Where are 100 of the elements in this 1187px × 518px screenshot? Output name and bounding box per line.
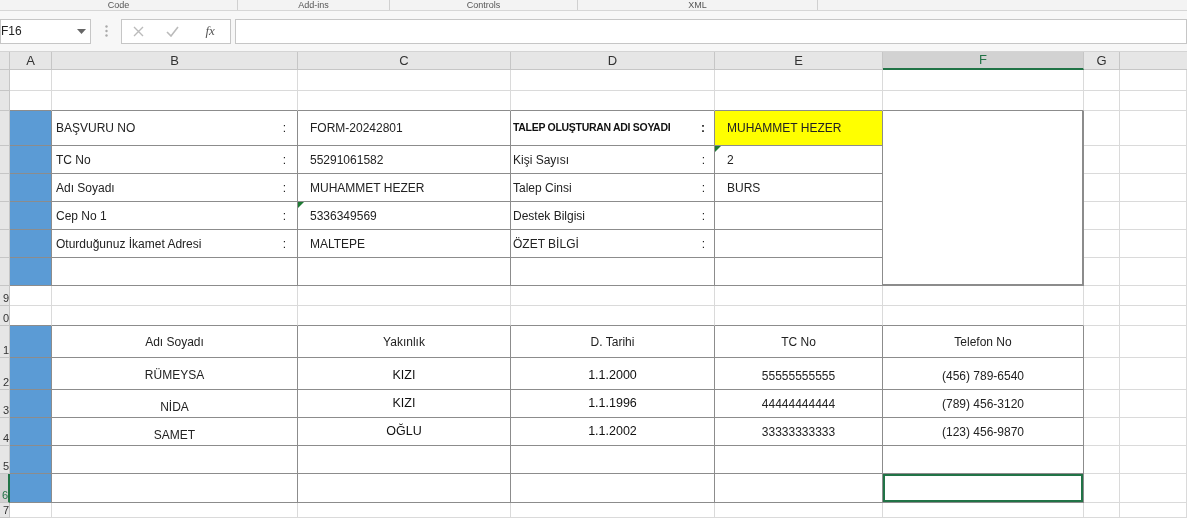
dropdown-caret-icon[interactable] xyxy=(77,28,86,34)
field-value[interactable]: FORM-20242801 xyxy=(298,111,511,146)
colon-separator: : xyxy=(282,120,286,137)
sheet-cell[interactable]: Oturduğunuz İkamet Adresi : xyxy=(52,230,298,258)
sheet-cell[interactable]: Talep Cinsi : xyxy=(511,174,715,202)
column-header[interactable]: A xyxy=(10,52,52,70)
formula-input[interactable] xyxy=(235,18,1187,44)
sheet-cell[interactable]: Destek Bilgisi : xyxy=(511,202,715,230)
sheet-cell[interactable] xyxy=(298,474,511,503)
row-header[interactable]: 9 xyxy=(0,286,10,306)
field-value[interactable]: MUHAMMET HEZER xyxy=(298,174,511,202)
column-header[interactable]: C xyxy=(298,52,511,70)
field-label: Cep No 1 xyxy=(56,207,107,225)
row-header[interactable] xyxy=(0,146,10,174)
sheet-cell[interactable]: ÖZET BİLGİ : xyxy=(511,230,715,258)
grip-icon xyxy=(105,25,108,37)
sheet-cell[interactable] xyxy=(715,446,883,474)
row-header[interactable]: 0 xyxy=(0,306,10,326)
sheet-cell[interactable] xyxy=(52,474,298,503)
table-header[interactable]: Telefon No xyxy=(883,326,1084,358)
row-header[interactable] xyxy=(0,202,10,230)
column-header[interactable]: B xyxy=(52,52,298,70)
table-cell[interactable]: KIZI xyxy=(298,358,511,390)
row-header[interactable] xyxy=(0,174,10,202)
table-cell[interactable]: (456) 789-6540 xyxy=(883,358,1084,390)
field-value[interactable]: BURS xyxy=(715,174,883,202)
row-header[interactable]: 2 xyxy=(0,358,10,390)
sheet-cell[interactable] xyxy=(511,474,715,503)
row-header[interactable]: 7 xyxy=(0,503,10,518)
selected-cell[interactable] xyxy=(883,474,1084,503)
row-header[interactable] xyxy=(0,230,10,258)
row-header[interactable] xyxy=(0,70,10,91)
sheet-cell[interactable]: BAŞVURU NO : xyxy=(52,111,298,146)
sheet-cell[interactable]: Cep No 1 : xyxy=(52,202,298,230)
row-header[interactable] xyxy=(0,91,10,111)
ribbon-group-label: Controls xyxy=(390,0,578,10)
cell-reference: F16 xyxy=(1,23,22,40)
field-value[interactable]: MUHAMMET HEZER xyxy=(715,111,883,146)
sheet-cell[interactable] xyxy=(52,258,298,286)
cancel-icon[interactable] xyxy=(133,25,145,37)
field-label: Adı Soyadı xyxy=(56,179,115,197)
table-cell[interactable]: SAMET xyxy=(52,418,298,446)
row-header[interactable]: 4 xyxy=(0,418,10,446)
error-indicator-icon xyxy=(298,202,304,208)
colon-separator: : xyxy=(701,151,705,169)
sheet-cell[interactable] xyxy=(52,446,298,474)
insert-function-button[interactable]: fx xyxy=(201,21,219,41)
table-cell[interactable]: KIZI xyxy=(298,390,511,418)
field-value[interactable]: 2 xyxy=(715,146,883,174)
sheet-cell[interactable]: Kişi Sayısı : xyxy=(511,146,715,174)
table-header[interactable]: D. Tarihi xyxy=(511,326,715,358)
column-header[interactable]: F xyxy=(883,52,1084,70)
row-header[interactable] xyxy=(0,258,10,286)
ribbon-group-label: Code xyxy=(0,0,238,10)
table-cell[interactable]: 44444444444 xyxy=(715,390,883,418)
field-value[interactable] xyxy=(715,202,883,230)
checkmark-icon[interactable] xyxy=(166,25,180,37)
sheet-cell[interactable] xyxy=(715,258,883,286)
table-header[interactable]: Yakınlık xyxy=(298,326,511,358)
row-header[interactable]: 1 xyxy=(0,326,10,358)
table-cell[interactable]: OĞLU xyxy=(298,418,511,446)
table-cell[interactable]: RÜMEYSA xyxy=(52,358,298,390)
table-cell[interactable]: 1.1.2002 xyxy=(511,418,715,446)
row-header[interactable] xyxy=(0,111,10,146)
accent-cell xyxy=(10,230,52,258)
table-cell[interactable]: 33333333333 xyxy=(715,418,883,446)
accent-cell xyxy=(10,202,52,230)
name-box[interactable]: F16 xyxy=(0,18,91,44)
table-cell[interactable]: (789) 456-3120 xyxy=(883,390,1084,418)
accent-cell xyxy=(10,326,52,358)
table-cell[interactable]: 55555555555 xyxy=(715,358,883,390)
select-all-corner[interactable] xyxy=(0,52,10,70)
sheet-cell[interactable] xyxy=(715,474,883,503)
column-header[interactable] xyxy=(1120,52,1187,70)
accent-cell xyxy=(10,111,52,146)
merged-cell[interactable] xyxy=(883,111,1084,286)
column-header[interactable]: E xyxy=(715,52,883,70)
table-header[interactable]: TC No xyxy=(715,326,883,358)
sheet-cell[interactable]: TC No : xyxy=(52,146,298,174)
sheet-cell[interactable] xyxy=(883,446,1084,474)
table-cell[interactable]: 1.1.1996 xyxy=(511,390,715,418)
colon-separator: : xyxy=(282,207,286,225)
table-cell[interactable]: NİDA xyxy=(52,390,298,418)
sheet-cell[interactable] xyxy=(511,258,715,286)
sheet-cell[interactable] xyxy=(298,446,511,474)
sheet-cell[interactable] xyxy=(298,258,511,286)
field-label: BAŞVURU NO xyxy=(56,120,136,137)
column-header[interactable]: G xyxy=(1084,52,1120,70)
field-value[interactable]: 5336349569 xyxy=(298,202,511,230)
field-value[interactable] xyxy=(715,230,883,258)
sheet-cell[interactable] xyxy=(511,446,715,474)
sheet-cell[interactable]: Adı Soyadı : xyxy=(52,174,298,202)
table-cell[interactable]: 1.1.2000 xyxy=(511,358,715,390)
table-cell[interactable]: (123) 456-9870 xyxy=(883,418,1084,446)
field-value[interactable]: 55291061582 xyxy=(298,146,511,174)
field-value[interactable]: MALTEPE xyxy=(298,230,511,258)
table-header[interactable]: Adı Soyadı xyxy=(52,326,298,358)
error-indicator-icon xyxy=(715,146,721,152)
accent-cell xyxy=(10,358,52,390)
column-header[interactable]: D xyxy=(511,52,715,70)
